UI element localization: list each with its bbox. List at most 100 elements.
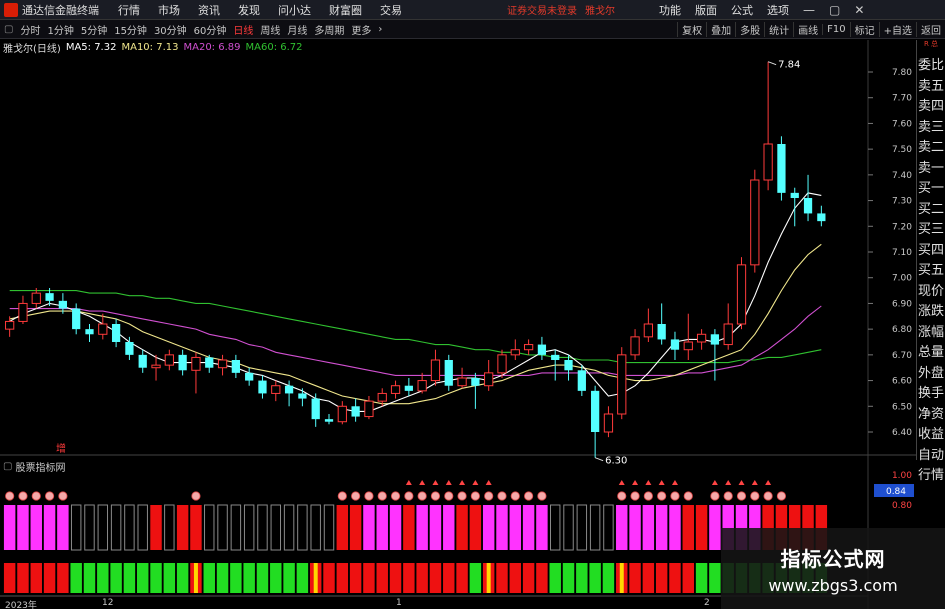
tab-15min[interactable]: 15分钟: [114, 22, 147, 37]
y-tick-label: 7.00: [892, 274, 912, 284]
signal-bar-bottom: [669, 563, 681, 593]
y-tick-label: 7.70: [892, 94, 912, 104]
signal-bar-bottom: [349, 563, 362, 593]
minimize-button[interactable]: —: [803, 3, 815, 17]
signal-dot: [497, 491, 507, 501]
menu-item-zixun[interactable]: 资讯: [198, 2, 220, 18]
side-panel-item[interactable]: 收益: [917, 425, 945, 446]
close-button[interactable]: ✕: [854, 3, 864, 17]
signal-bar-top: [230, 504, 242, 551]
candle-body: [311, 398, 320, 420]
side-panel-item[interactable]: 外盘: [917, 364, 945, 385]
header-stock-name: 雅戈尔: [585, 6, 615, 17]
candle: [351, 398, 360, 422]
side-panel-item[interactable]: 自动: [917, 446, 945, 467]
menu-item-hangqing[interactable]: 行情: [118, 2, 140, 18]
candle: [404, 378, 413, 396]
candle: [231, 354, 240, 378]
candle: [777, 136, 786, 201]
y-tick-label: 6.50: [892, 402, 912, 412]
signal-arrow: [432, 480, 439, 485]
signal-arrow: [645, 480, 652, 485]
candle: [817, 205, 826, 227]
side-panel-item[interactable]: 委比: [917, 56, 945, 77]
tab-daily[interactable]: 日线: [233, 22, 253, 37]
candle-body: [404, 385, 413, 391]
side-panel-item[interactable]: 买一: [917, 179, 945, 200]
tab-fenshi[interactable]: 分时: [20, 22, 40, 37]
signal-dot: [670, 491, 680, 501]
tool-huaxian[interactable]: 画线: [793, 21, 822, 37]
menu-item-faxian[interactable]: 发现: [238, 2, 260, 18]
menu-item-wenxiaoda[interactable]: 问小达: [278, 2, 311, 18]
side-panel-item[interactable]: 现价: [917, 282, 945, 303]
tool-fanhui[interactable]: 返回: [916, 21, 945, 37]
tab-monthly[interactable]: 月线: [287, 22, 307, 37]
menu-item-caifuquan[interactable]: 财富圈: [329, 2, 362, 18]
side-panel-item[interactable]: 买三: [917, 220, 945, 241]
candle-body: [337, 405, 347, 423]
candle-body: [245, 372, 254, 381]
side-panel-item[interactable]: 卖三: [917, 118, 945, 139]
tool-biaoji[interactable]: 标记: [849, 21, 879, 37]
maximize-button[interactable]: ▢: [829, 3, 840, 17]
candle-body: [324, 419, 334, 422]
signal-arrow: [765, 480, 772, 485]
toolbar-toggle-icon[interactable]: ▢: [4, 24, 13, 35]
candle: [577, 365, 586, 396]
signal-bar-bottom: [136, 563, 149, 593]
side-panel-header: R 总: [923, 40, 939, 48]
side-panel-item[interactable]: 卖五: [917, 77, 945, 98]
side-panel-item[interactable]: 卖二: [917, 138, 945, 159]
tool-duogu[interactable]: 多股: [735, 21, 764, 37]
side-panel-item[interactable]: 卖四: [917, 97, 945, 118]
signal-dot: [364, 491, 374, 501]
side-panel-item[interactable]: 行情: [917, 466, 945, 487]
tab-more[interactable]: 更多: [351, 22, 371, 37]
login-notice[interactable]: 证券交易未登录: [507, 2, 577, 17]
tab-multi-period[interactable]: 多周期: [314, 22, 344, 37]
signal-bar-top: [563, 504, 574, 551]
side-panel-item[interactable]: 净资: [917, 405, 945, 426]
tab-1min[interactable]: 1分钟: [47, 22, 73, 37]
side-panel-item[interactable]: 买五: [917, 261, 945, 282]
tab-30min[interactable]: 30分钟: [154, 22, 187, 37]
signal-bar-bottom: [709, 563, 721, 593]
candle-body: [510, 349, 520, 356]
signal-bar-top: [70, 504, 82, 551]
chevron-right-icon[interactable]: ›: [378, 24, 382, 35]
ma5-line: [9, 192, 822, 412]
side-panel-item[interactable]: 买二: [917, 200, 945, 221]
tab-5min[interactable]: 5分钟: [81, 22, 107, 37]
menu-item-gongshi[interactable]: 公式: [731, 2, 753, 18]
signal-bar-top: [549, 504, 561, 551]
candle: [523, 339, 534, 355]
signal-arrow: [738, 480, 745, 485]
signal-bar-bottom: [243, 563, 255, 593]
tool-tongji[interactable]: 统计: [764, 21, 793, 37]
tab-weekly[interactable]: 周线: [260, 22, 280, 37]
side-panel-item[interactable]: 涨跌: [917, 302, 945, 323]
side-panel-item[interactable]: 卖一: [917, 159, 945, 180]
side-panel-item[interactable]: 买四: [917, 241, 945, 262]
tool-zixuan[interactable]: +自选: [878, 21, 916, 37]
signal-dot: [723, 491, 733, 501]
kline-chart[interactable]: 7.80 7.70 7.60 7.50 7.40 7.30 7.20 7.10 7.00 6.90…: [0, 40, 945, 609]
indicator-menu-icon[interactable]: ▢: [3, 461, 12, 472]
candle-body: [271, 385, 281, 394]
tool-f10[interactable]: F10: [822, 23, 849, 35]
tab-60min[interactable]: 60分钟: [194, 22, 227, 37]
side-panel-item[interactable]: 总量: [917, 343, 945, 364]
menu-item-shichang[interactable]: 市场: [158, 2, 180, 18]
side-panel-item[interactable]: 涨幅: [917, 323, 945, 344]
menu-item-jiaoyi[interactable]: 交易: [380, 2, 402, 18]
menu-item-banmian[interactable]: 版面: [695, 2, 717, 18]
menu-item-xuanxiang[interactable]: 选项: [767, 2, 789, 18]
side-panel-item[interactable]: 换手: [917, 384, 945, 405]
candle: [271, 380, 281, 402]
menu-item-gongneng[interactable]: 功能: [659, 2, 681, 18]
signal-bar-bottom: [296, 563, 309, 593]
tool-fuquan[interactable]: 复权: [677, 21, 706, 37]
tool-diejia[interactable]: 叠加: [706, 21, 735, 37]
candle: [510, 339, 520, 360]
